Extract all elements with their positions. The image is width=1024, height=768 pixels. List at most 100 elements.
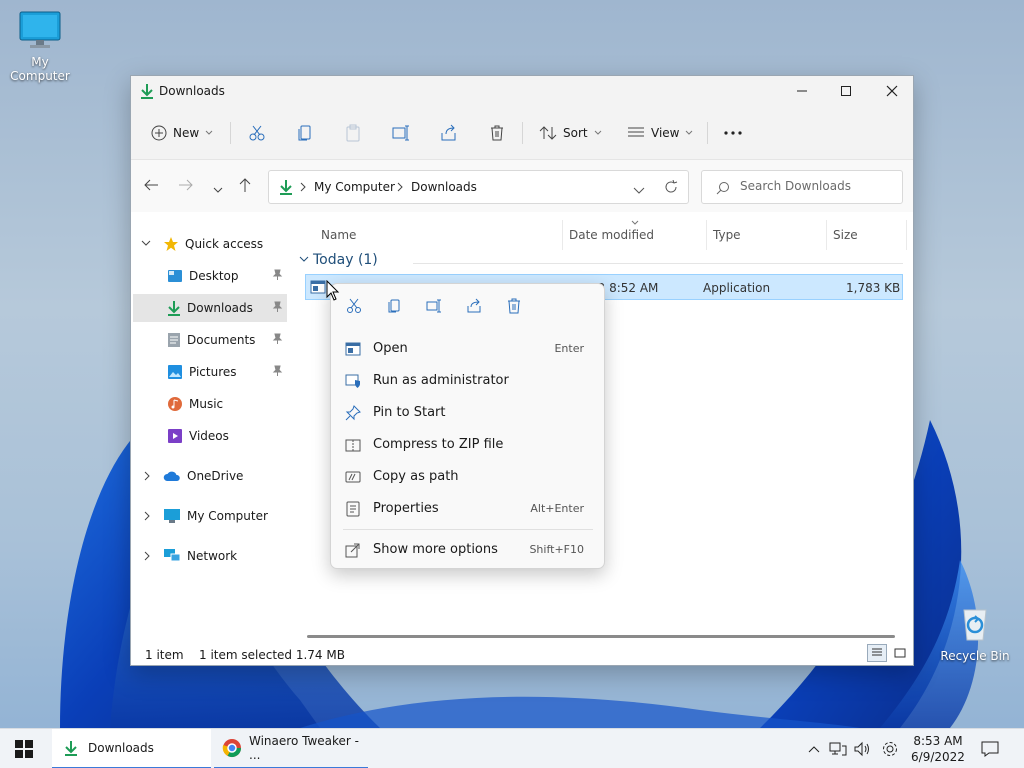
desktop-icon-my-computer[interactable]: My Computer: [0, 10, 80, 83]
column-header-date-modified[interactable]: Date modified: [569, 220, 707, 250]
title-bar[interactable]: Downloads: [131, 76, 913, 106]
shortcut-label: Alt+Enter: [530, 502, 584, 515]
speaker-icon: [854, 741, 869, 757]
context-item-open[interactable]: Open Enter: [337, 334, 598, 364]
cut-button[interactable]: [248, 120, 266, 146]
copy-button[interactable]: [296, 120, 314, 146]
context-share-button[interactable]: [462, 296, 486, 316]
horizontal-scrollbar[interactable]: [307, 635, 895, 638]
clock[interactable]: 8:53 AM 6/9/2022: [908, 733, 968, 765]
context-item-copy-as-path[interactable]: Copy as path: [337, 462, 598, 492]
context-item-pin-to-start[interactable]: Pin to Start: [337, 398, 598, 428]
arrow-left-icon: [144, 179, 158, 191]
settings-tray-button[interactable]: [880, 739, 900, 759]
zip-folder-icon: [345, 439, 361, 452]
search-input[interactable]: [740, 179, 890, 193]
volume-tray-button[interactable]: [852, 739, 872, 759]
context-cut-button[interactable]: [342, 296, 366, 316]
show-hidden-icons-button[interactable]: [804, 739, 824, 759]
download-arrow-icon: [140, 83, 154, 102]
back-button[interactable]: [143, 178, 159, 195]
cloud-icon: [163, 471, 180, 481]
copy-path-icon: [345, 471, 361, 483]
clock-time: 8:53 AM: [913, 734, 963, 748]
context-delete-button[interactable]: [502, 296, 526, 316]
view-button[interactable]: View: [627, 120, 693, 146]
scissors-icon: [347, 298, 361, 313]
start-button[interactable]: [0, 729, 48, 768]
details-view-icon: [872, 648, 882, 656]
nav-item-documents[interactable]: Documents: [133, 326, 287, 354]
desktop-icon-label: Recycle Bin: [940, 649, 1010, 663]
column-header-type[interactable]: Type: [713, 220, 827, 250]
address-dropdown-button[interactable]: [633, 184, 645, 198]
refresh-button[interactable]: [664, 179, 678, 197]
chevron-down-icon: [594, 130, 601, 135]
taskbar-item-label: Winaero Tweaker - ...: [249, 734, 359, 762]
arrow-right-icon: [179, 179, 193, 191]
address-bar[interactable]: My Computer Downloads: [268, 170, 689, 204]
more-options-button[interactable]: [723, 120, 743, 146]
chevron-down-icon: [141, 240, 151, 246]
column-header-size[interactable]: Size: [833, 220, 907, 250]
context-item-compress-zip[interactable]: Compress to ZIP file: [337, 430, 598, 460]
taskbar-item-winaero-tweaker[interactable]: Winaero Tweaker - ...: [214, 729, 368, 768]
recent-locations-button[interactable]: [213, 182, 223, 196]
close-icon: [886, 85, 898, 97]
rename-button[interactable]: [392, 120, 410, 146]
nav-item-downloads[interactable]: Downloads: [133, 294, 287, 322]
nav-item-videos[interactable]: Videos: [133, 422, 287, 450]
context-copy-button[interactable]: [382, 296, 406, 316]
minimize-button[interactable]: [779, 76, 825, 106]
share-button[interactable]: [440, 120, 458, 146]
nav-network[interactable]: Network: [133, 542, 287, 570]
paste-button[interactable]: [344, 120, 362, 146]
taskbar-item-downloads[interactable]: Downloads: [52, 729, 211, 768]
nav-label: Network: [187, 549, 238, 563]
nav-label: My Computer: [187, 509, 268, 523]
cell-size: 1,783 KB: [846, 281, 901, 295]
notifications-button[interactable]: [980, 739, 1000, 759]
search-box[interactable]: [701, 170, 903, 204]
copy-icon: [298, 125, 311, 141]
taskbar-item-label: Downloads: [88, 741, 154, 755]
item-count: 1 item: [145, 648, 184, 662]
breadcrumb-my-computer[interactable]: My Computer: [314, 180, 395, 194]
nav-item-desktop[interactable]: Desktop: [133, 262, 287, 290]
nav-my-computer[interactable]: My Computer: [133, 502, 287, 530]
context-item-properties[interactable]: Properties Alt+Enter: [337, 494, 598, 524]
nav-quick-access[interactable]: Quick access: [133, 230, 287, 258]
details-view-button[interactable]: [867, 644, 887, 662]
nav-label: Desktop: [189, 269, 239, 283]
nav-label: Quick access: [185, 237, 264, 251]
network-tray-button[interactable]: [828, 739, 848, 759]
tiles-view-button[interactable]: [891, 644, 909, 662]
nav-item-pictures[interactable]: Pictures: [133, 358, 287, 386]
context-rename-button[interactable]: [422, 296, 446, 316]
nav-onedrive[interactable]: OneDrive: [133, 462, 287, 490]
shortcut-label: Shift+F10: [529, 543, 584, 556]
sort-button[interactable]: Sort: [539, 120, 602, 146]
breadcrumb-downloads[interactable]: Downloads: [411, 180, 477, 194]
close-button[interactable]: [869, 76, 915, 106]
up-button[interactable]: [238, 177, 252, 196]
application-icon: [345, 342, 361, 356]
group-header-today[interactable]: Today (1): [299, 252, 378, 268]
nav-label: Documents: [187, 333, 256, 347]
list-view-icon: [628, 127, 644, 137]
arrow-up-icon: [239, 178, 251, 192]
column-header-name[interactable]: Name: [321, 220, 563, 250]
chevron-right-icon: [299, 181, 307, 195]
minimize-icon: [797, 90, 807, 92]
forward-button[interactable]: [178, 178, 194, 195]
context-item-show-more-options[interactable]: Show more options Shift+F10: [337, 535, 598, 565]
context-item-run-as-admin[interactable]: Run as administrator: [337, 366, 598, 396]
chevron-right-icon: [144, 471, 150, 481]
view-label: View: [651, 126, 680, 140]
maximize-button[interactable]: [823, 76, 869, 106]
delete-button[interactable]: [488, 120, 506, 146]
nav-item-music[interactable]: Music: [133, 390, 287, 418]
gear-icon: [883, 742, 897, 756]
new-button[interactable]: New: [151, 120, 213, 146]
desktop-icon-recycle-bin[interactable]: Recycle Bin: [935, 604, 1015, 663]
